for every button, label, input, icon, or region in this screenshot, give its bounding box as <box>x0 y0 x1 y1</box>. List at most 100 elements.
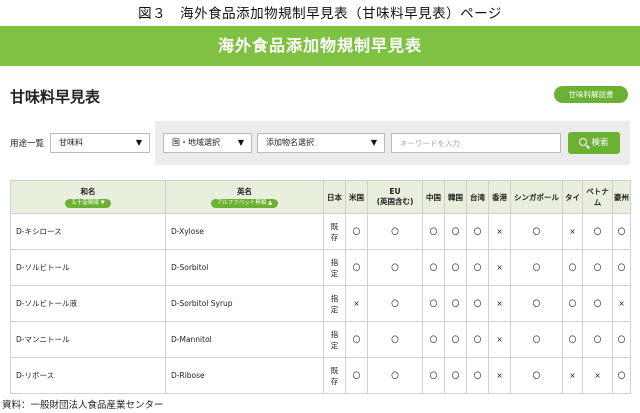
japanese-name-cell: D-ソルビトール液 <box>10 285 166 322</box>
additive-select[interactable]: 添加物名選択 ▼ <box>257 133 385 153</box>
permission-cell: 〇 <box>562 285 583 322</box>
country-header: 香港 <box>488 180 511 214</box>
table-row: D-ソルビトール液 D-Sorbitol Syrup 指定 × 〇〇〇〇 × 〇〇〇 × <box>10 285 631 322</box>
english-sort-label: アルファベット昇順 <box>216 200 267 206</box>
country-header: 日本 <box>323 180 346 214</box>
use-category-select[interactable]: 甘味料 ▼ <box>50 133 150 153</box>
permission-cell: 〇 <box>466 213 489 250</box>
permission-cell: 〇 <box>444 213 467 250</box>
japanese-name-cell: D-マンニトール <box>10 321 166 358</box>
search-button[interactable]: 検索 <box>568 132 620 154</box>
english-name-label: 英名 <box>237 187 252 196</box>
japanese-name-label: 和名 <box>80 187 96 196</box>
country-header: 米国 <box>345 180 368 214</box>
sort-down-icon: ▼ <box>100 200 105 206</box>
use-category-value: 甘味料 <box>59 138 83 147</box>
sweetener-guide-button[interactable]: 甘味料解説書 <box>554 86 628 103</box>
table-row: D-マンニトール D-Mannitol 指定〇〇〇〇〇 × 〇〇〇〇 <box>10 321 631 358</box>
search-button-label: 検索 <box>591 138 609 148</box>
permission-cell: 〇 <box>422 249 445 286</box>
permission-cell: 〇 <box>466 321 489 358</box>
country-header: 中国 <box>422 180 445 214</box>
japan-status-cell: 指定 <box>323 249 346 286</box>
permission-cell: 〇 <box>345 213 368 250</box>
japanese-name-cell: D-キシロース <box>10 213 166 250</box>
english-name-header: 英名 アルファベット昇順 ▲ <box>165 180 324 214</box>
permission-cell: 〇 <box>466 285 489 322</box>
search-icon <box>579 138 588 146</box>
japanese-sort-toggle[interactable]: 五十音降順 ▼ <box>65 199 111 208</box>
permission-cell: 〇 <box>466 249 489 286</box>
permission-cell: 〇 <box>444 357 467 394</box>
english-sort-toggle[interactable]: アルファベット昇順 ▲ <box>210 199 279 208</box>
japanese-sort-label: 五十音降順 <box>71 200 99 206</box>
source-note: 資料：一般財団法人食品産業センター <box>2 400 164 411</box>
figure-caption: 図３ 海外食品添加物規制早見表（甘味料早見表）ページ <box>138 6 502 22</box>
permission-cell: × <box>612 285 631 322</box>
japan-status-cell: 既存 <box>323 357 346 394</box>
region-select[interactable]: 国・地域選択 ▼ <box>163 133 252 153</box>
permission-cell: × <box>562 213 583 250</box>
permission-cell: 〇 <box>612 321 631 358</box>
japan-status-text: 指定 <box>330 293 339 314</box>
search-panel: 国・地域選択 ▼ 添加物名選択 ▼ 検索 <box>155 121 630 165</box>
permission-cell: × <box>488 285 511 322</box>
country-header: 豪州 <box>612 180 631 214</box>
site-banner: 海外食品添加物規制早見表 <box>0 26 640 66</box>
japan-status-text: 既存 <box>330 221 339 242</box>
english-name-cell: D-Ribose <box>165 357 324 394</box>
permission-cell: 〇 <box>510 213 563 250</box>
permission-cell: 〇 <box>422 285 445 322</box>
permission-cell: 〇 <box>510 321 563 358</box>
english-name-cell: D-Xylose <box>165 213 324 250</box>
table-header-row: 和名 五十音降順 ▼ 英名 アルファベット昇順 ▲ 日本 米国 EU (英国含む) 中… <box>10 180 631 214</box>
country-header: 韓国 <box>444 180 467 214</box>
country-header: タイ <box>562 180 583 214</box>
japanese-name-cell: D-リボース <box>10 357 166 394</box>
permission-cell: 〇 <box>612 213 631 250</box>
table-row: D-ソルビトール D-Sorbitol 指定〇〇〇〇〇 × 〇〇〇〇 <box>10 249 631 286</box>
permission-cell: 〇 <box>466 357 489 394</box>
page-title: 甘味料早見表 <box>10 88 101 106</box>
permission-cell: 〇 <box>367 321 423 358</box>
permission-cell: 〇 <box>345 249 368 286</box>
keyword-input[interactable] <box>391 133 561 153</box>
japanese-name-header: 和名 五十音降順 ▼ <box>10 180 166 214</box>
permission-cell: 〇 <box>582 249 613 286</box>
sort-up-icon: ▲ <box>267 200 273 206</box>
permission-cell: 〇 <box>612 357 631 394</box>
english-name-cell: D-Sorbitol <box>165 249 324 286</box>
filter-bar: 用途一覧 甘味料 ▼ 国・地域選択 ▼ 添加物名選択 ▼ 検索 <box>10 121 630 165</box>
permission-cell: × <box>488 249 511 286</box>
permission-cell: 〇 <box>345 357 368 394</box>
permission-cell: 〇 <box>444 321 467 358</box>
japan-status-text: 指定 <box>330 329 339 350</box>
region-select-value: 国・地域選択 <box>172 138 220 147</box>
japan-status-text: 指定 <box>330 257 339 278</box>
country-header: シンガポール <box>510 180 563 214</box>
additive-select-value: 添加物名選択 <box>266 138 314 147</box>
permission-cell: 〇 <box>510 357 563 394</box>
permission-cell: × <box>488 321 511 358</box>
permission-cell: 〇 <box>422 321 445 358</box>
permission-cell: 〇 <box>510 285 563 322</box>
permission-cell: × <box>488 357 511 394</box>
permission-cell: 〇 <box>582 213 613 250</box>
english-name-cell: D-Mannitol <box>165 321 324 358</box>
chevron-down-icon: ▼ <box>135 138 142 147</box>
permission-cell: 〇 <box>444 249 467 286</box>
japan-status-cell: 既存 <box>323 213 346 250</box>
permission-cell: × <box>488 213 511 250</box>
permission-cell: 〇 <box>582 321 613 358</box>
permission-cell: 〇 <box>367 357 423 394</box>
japan-status-cell: 指定 <box>323 285 346 322</box>
permission-cell: 〇 <box>367 285 423 322</box>
permission-cell: 〇 <box>367 249 423 286</box>
permission-cell: 〇 <box>562 249 583 286</box>
permission-cell: 〇 <box>562 321 583 358</box>
use-category-label: 用途一覧 <box>10 139 45 149</box>
permission-cell: 〇 <box>582 285 613 322</box>
permission-cell: × <box>562 357 583 394</box>
sweetener-table: 和名 五十音降順 ▼ 英名 アルファベット昇順 ▲ 日本 米国 EU (英国含む) 中… <box>10 180 631 394</box>
permission-cell: × <box>582 357 613 394</box>
